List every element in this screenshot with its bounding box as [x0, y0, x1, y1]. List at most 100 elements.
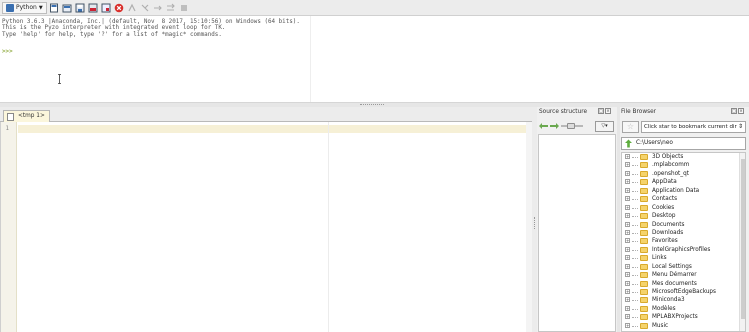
expand-icon[interactable]: + — [625, 213, 630, 219]
expand-icon[interactable]: + — [625, 238, 630, 244]
run-selection-icon[interactable] — [140, 2, 151, 13]
expand-icon[interactable]: + — [625, 297, 630, 303]
folder-item[interactable]: + Cookies — [622, 204, 745, 212]
run-cell-icon[interactable] — [153, 2, 164, 13]
folder-item[interactable]: + AppData — [622, 178, 745, 186]
expand-icon[interactable]: + — [625, 154, 630, 159]
save-all-icon[interactable] — [88, 2, 99, 13]
close-file-icon[interactable] — [101, 2, 112, 13]
source-structure-panel: Source structure □ × ▽▾ — [537, 107, 617, 332]
close-icon[interactable]: × — [738, 108, 744, 114]
text-cursor-icon — [58, 74, 61, 84]
open-file-icon[interactable] — [62, 2, 73, 13]
expand-icon[interactable]: + — [625, 263, 630, 269]
folder-icon — [640, 162, 648, 169]
arrow-left-icon[interactable] — [539, 123, 548, 129]
folder-item[interactable]: + Modèles — [622, 305, 745, 313]
shell-line: Python 3.6.3 |Anaconda, Inc.| (default, … — [2, 19, 300, 25]
expand-icon[interactable]: + — [625, 246, 630, 252]
close-icon[interactable]: × — [605, 108, 611, 114]
folder-icon — [640, 229, 648, 236]
expand-icon[interactable]: + — [625, 322, 630, 328]
folder-item[interactable]: + Links — [622, 254, 745, 262]
folder-item[interactable]: + .mplabcomm — [622, 161, 745, 169]
tree-connector — [632, 325, 638, 327]
float-icon[interactable]: □ — [731, 108, 737, 114]
shell-label: Python — [16, 4, 37, 11]
folder-up-icon[interactable] — [624, 139, 633, 148]
tab-label: <tmp 1> — [18, 113, 45, 119]
expand-icon[interactable]: + — [625, 229, 630, 235]
file-icon — [7, 113, 14, 121]
folder-item[interactable]: + MicrosoftEdgeBackups — [622, 288, 745, 296]
expand-icon[interactable]: + — [625, 204, 630, 210]
float-icon[interactable]: □ — [598, 108, 604, 114]
zoom-slider[interactable] — [561, 123, 583, 129]
folder-item[interactable]: +3D Objects — [622, 153, 745, 161]
folder-name: AppData — [652, 179, 677, 186]
expand-icon[interactable]: + — [625, 170, 630, 176]
file-tree-scrollbar[interactable] — [739, 153, 745, 331]
arrow-right-icon[interactable] — [550, 123, 559, 129]
tree-connector — [632, 182, 638, 184]
folder-name: .openshot_qt — [652, 170, 689, 177]
expand-icon[interactable]: + — [625, 221, 630, 227]
path-input[interactable]: C:\Users\neo — [621, 137, 746, 150]
code-editor[interactable]: 1 — [0, 122, 532, 332]
folder-icon — [640, 196, 648, 203]
folder-name: Mes documents — [652, 280, 697, 287]
folder-item[interactable]: + Documents — [622, 221, 745, 229]
run-cell-advance-icon[interactable] — [166, 2, 177, 13]
tree-connector — [632, 283, 638, 285]
editor-edge-line — [328, 122, 329, 332]
folder-item[interactable]: + Contacts — [622, 195, 745, 203]
tree-connector — [632, 300, 638, 302]
expand-icon[interactable]: + — [625, 255, 630, 261]
python-shell[interactable]: Python 3.6.3 |Anaconda, Inc.| (default, … — [0, 16, 749, 102]
source-structure-options-dropdown[interactable]: ▽▾ — [595, 121, 614, 132]
file-browser-title: File Browser — [621, 109, 657, 115]
folder-item[interactable]: + Downloads — [622, 229, 745, 237]
folder-item[interactable]: + Favorites — [622, 237, 745, 245]
file-tree[interactable]: +3D Objects + .mplabcomm + .openshot_qt + AppD… — [621, 152, 746, 332]
bookmark-star-button[interactable]: ☆ — [622, 121, 639, 133]
tree-connector — [632, 190, 638, 192]
expand-icon[interactable]: + — [625, 187, 630, 193]
interrupt-icon[interactable] — [179, 2, 190, 13]
expand-icon[interactable]: + — [625, 280, 630, 286]
run-file-icon[interactable] — [127, 2, 138, 13]
folder-item[interactable]: + MPLABXProjects — [622, 313, 745, 321]
file-browser-controls: □ × — [731, 108, 744, 114]
folder-name: Desktop — [652, 213, 676, 220]
folder-item[interactable]: + Mes documents — [622, 280, 745, 288]
shell-select-button[interactable]: Python ▼ — [2, 1, 47, 14]
slider-knob[interactable] — [567, 123, 575, 129]
bookmark-combo[interactable]: Click star to bookmark current dir ⇕ — [641, 121, 746, 133]
folder-icon — [640, 314, 648, 321]
stop-icon[interactable] — [114, 2, 125, 13]
folder-item[interactable]: + Music — [622, 322, 745, 330]
tree-connector — [632, 157, 638, 158]
expand-icon[interactable]: + — [625, 305, 630, 311]
folder-name: Miniconda3 — [652, 297, 685, 304]
folder-item[interactable]: + Application Data — [622, 187, 745, 195]
folder-item[interactable]: + Menu Démarrer — [622, 271, 745, 279]
expand-icon[interactable]: + — [625, 272, 630, 278]
folder-item[interactable]: + Desktop — [622, 212, 745, 220]
folder-item[interactable]: + .openshot_qt — [622, 170, 745, 178]
save-icon[interactable] — [75, 2, 86, 13]
tree-connector — [632, 207, 638, 209]
expand-icon[interactable]: + — [625, 289, 630, 294]
folder-icon — [640, 187, 648, 194]
source-structure-tree[interactable] — [538, 134, 616, 332]
expand-icon[interactable]: + — [625, 196, 630, 202]
new-file-icon[interactable] — [49, 2, 60, 13]
expand-icon[interactable]: + — [625, 179, 630, 185]
expand-icon[interactable]: + — [625, 162, 630, 168]
folder-item[interactable]: + Local Settings — [622, 263, 745, 271]
folder-item[interactable]: + IntelGraphicsProfiles — [622, 246, 745, 254]
expand-icon[interactable]: + — [625, 314, 630, 320]
tab-tmp-1[interactable]: <tmp 1> — [3, 110, 50, 122]
folder-item[interactable]: + Miniconda3 — [622, 296, 745, 304]
scrollbar-thumb[interactable] — [741, 159, 745, 319]
